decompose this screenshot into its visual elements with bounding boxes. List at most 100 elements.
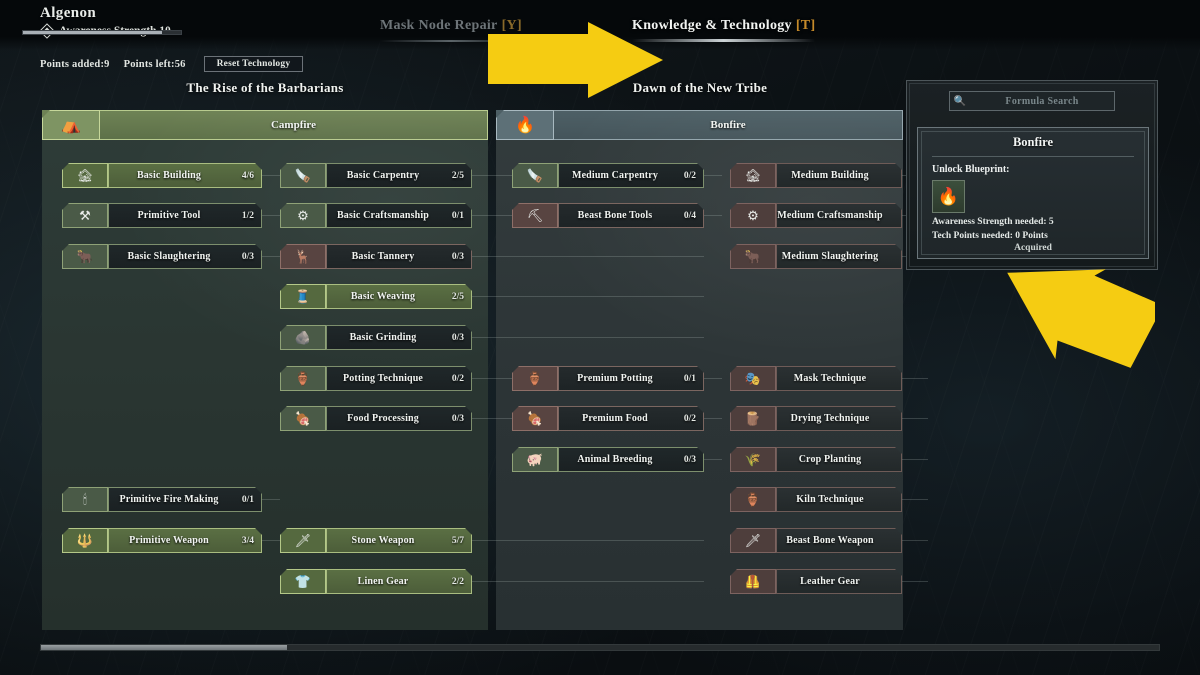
tech-node-food-processing[interactable]: 🍖 Food Processing 0/3 (280, 406, 472, 431)
food-processing-glyph: 🍖 (294, 411, 312, 426)
search-input[interactable] (970, 92, 1114, 110)
tab-mask-node-repair-key: [Y] (501, 18, 522, 33)
potting-technique-glyph: 🏺 (294, 371, 312, 386)
medium-slaughtering-glyph: 🐂 (744, 249, 762, 264)
basic-weaving-label: Basic Weaving (350, 291, 416, 302)
connector-medium-carpentry (704, 175, 722, 176)
medium-craftsmanship-glyph: ⚙ (747, 208, 759, 223)
group-header-bonfire-label: Bonfire (710, 119, 746, 131)
tech-node-potting-technique[interactable]: 🏺 Potting Technique 0/2 (280, 366, 472, 391)
tech-node-basic-slaughtering[interactable]: 🐂 Basic Slaughtering 0/3 (62, 244, 262, 269)
tech-node-primitive-weapon[interactable]: 🔱 Primitive Weapon 3/4 (62, 528, 262, 553)
column-title-barbarians: The Rise of the Barbarians (186, 80, 344, 95)
connector-basic-building (262, 175, 280, 176)
basic-tannery-count: 0/3 (451, 251, 464, 262)
detail-divider (932, 156, 1134, 157)
tech-node-basic-craftsmanship[interactable]: ⚙ Basic Craftsmanship 0/1 (280, 203, 472, 228)
tech-node-medium-carpentry[interactable]: 🪚 Medium Carpentry 0/2 (512, 163, 704, 188)
potting-technique-body: Potting Technique 0/2 (326, 366, 472, 391)
unlock-blueprint-label: Unlock Blueprint: (932, 164, 1010, 175)
basic-weaving-body: Basic Weaving 2/5 (326, 284, 472, 309)
premium-food-body: Premium Food 0/2 (558, 406, 704, 431)
tech-node-basic-weaving[interactable]: 🧵 Basic Weaving 2/5 (280, 284, 472, 309)
animal-breeding-label: Animal Breeding (577, 454, 653, 465)
tech-node-basic-building[interactable]: 🏚 Basic Building 4/6 (62, 163, 262, 188)
tech-node-medium-slaughtering[interactable]: 🐂 Medium Slaughtering (730, 244, 902, 269)
tech-node-drying-technique[interactable]: 🪵 Drying Technique (730, 406, 902, 431)
premium-potting-count: 0/1 (683, 373, 696, 384)
connector-stone-weapon (472, 540, 704, 541)
tech-node-premium-potting[interactable]: 🏺 Premium Potting 0/1 (512, 366, 704, 391)
basic-slaughtering-label: Basic Slaughtering (127, 251, 211, 262)
tech-node-animal-breeding[interactable]: 🐖 Animal Breeding 0/3 (512, 447, 704, 472)
tech-node-basic-grinding[interactable]: 🪨 Basic Grinding 0/3 (280, 325, 472, 350)
tech-node-stone-weapon[interactable]: 🗡 Stone Weapon 5/7 (280, 528, 472, 553)
mask-technique-label: Mask Technique (793, 373, 867, 384)
basic-slaughtering-count: 0/3 (241, 251, 254, 262)
tech-node-beast-bone-weapon[interactable]: 🗡 Beast Bone Weapon (730, 528, 902, 553)
basic-weaving-icon: 🧵 (280, 284, 326, 309)
tech-node-primitive-fire-making[interactable]: 🕯 Primitive Fire Making 0/1 (62, 487, 262, 512)
detail-title: Bonfire (1012, 135, 1054, 149)
tech-node-leather-gear[interactable]: 🦺 Leather Gear (730, 569, 902, 594)
tech-node-mask-technique[interactable]: 🎭 Mask Technique (730, 366, 902, 391)
beast-bone-tools-label: Beast Bone Tools (577, 210, 653, 221)
tech-node-basic-carpentry[interactable]: 🪚 Basic Carpentry 2/5 (280, 163, 472, 188)
horizontal-scrollbar-track[interactable] (40, 644, 1160, 651)
basic-grinding-glyph: 🪨 (294, 330, 312, 345)
primitive-weapon-count: 3/4 (241, 535, 254, 546)
connector-kiln-technique (902, 499, 928, 500)
tech-node-linen-gear[interactable]: 👕 Linen Gear 2/2 (280, 569, 472, 594)
basic-grinding-count: 0/3 (451, 332, 464, 343)
basic-craftsmanship-label: Basic Craftsmanship (336, 210, 430, 221)
reset-technology-button[interactable]: Reset Technology (203, 56, 304, 72)
medium-carpentry-glyph: 🪚 (526, 168, 544, 183)
stone-weapon-label: Stone Weapon (351, 535, 415, 546)
tech-tree: The Rise of the Barbarians Dawn of the N… (0, 80, 928, 640)
tab-mask-node-repair[interactable]: Mask Node Repair [Y] (380, 18, 522, 42)
premium-food-count: 0/2 (683, 413, 696, 424)
crop-planting-icon: 🌾 (730, 447, 776, 472)
premium-potting-glyph: 🏺 (526, 371, 544, 386)
campfire-icon: ⛺ (42, 110, 100, 140)
connector-drying-technique (902, 418, 928, 419)
tech-node-premium-food[interactable]: 🍖 Premium Food 0/2 (512, 406, 704, 431)
medium-building-icon: 🏚 (730, 163, 776, 188)
blueprint-thumbnail[interactable]: 🔥 (932, 180, 965, 213)
basic-slaughtering-body: Basic Slaughtering 0/3 (108, 244, 262, 269)
primitive-fire-making-count: 0/1 (241, 494, 254, 505)
group-header-campfire[interactable]: ⛺ Campfire (42, 110, 488, 140)
premium-potting-icon: 🏺 (512, 366, 558, 391)
group-header-campfire-body: Campfire (100, 110, 488, 140)
basic-craftsmanship-count: 0/1 (451, 210, 464, 221)
medium-slaughtering-body: Medium Slaughtering (776, 244, 902, 269)
animal-breeding-glyph: 🐖 (526, 452, 544, 467)
tech-node-kiln-technique[interactable]: 🏺 Kiln Technique (730, 487, 902, 512)
primitive-fire-making-glyph: 🕯 (83, 492, 87, 507)
connector-basic-weaving (472, 296, 704, 297)
horizontal-scrollbar-thumb[interactable] (41, 645, 287, 650)
group-header-bonfire[interactable]: 🔥 Bonfire (496, 110, 903, 140)
mask-technique-icon: 🎭 (730, 366, 776, 391)
basic-tannery-label: Basic Tannery (351, 251, 415, 262)
tech-node-crop-planting[interactable]: 🌾 Crop Planting (730, 447, 902, 472)
beast-bone-weapon-label: Beast Bone Weapon (786, 535, 874, 546)
tech-node-medium-craftsmanship[interactable]: ⚙ Medium Craftsmanship (730, 203, 902, 228)
potting-technique-icon: 🏺 (280, 366, 326, 391)
tech-node-medium-building[interactable]: 🏚 Medium Building (730, 163, 902, 188)
tech-node-primitive-tool[interactable]: ⚒ Primitive Tool 1/2 (62, 203, 262, 228)
premium-food-icon: 🍖 (512, 406, 558, 431)
tech-node-beast-bone-tools[interactable]: ⛏ Beast Bone Tools 0/4 (512, 203, 704, 228)
connector-animal-breeding (704, 459, 722, 460)
points-row: Points added:9 Points left:56 Reset Tech… (40, 56, 304, 72)
animal-breeding-count: 0/3 (683, 454, 696, 465)
premium-food-glyph: 🍖 (526, 411, 544, 426)
food-processing-icon: 🍖 (280, 406, 326, 431)
medium-carpentry-body: Medium Carpentry 0/2 (558, 163, 704, 188)
connector-beast-bone-tools (704, 215, 722, 216)
primitive-weapon-icon: 🔱 (62, 528, 108, 553)
tech-node-basic-tannery[interactable]: 🦌 Basic Tannery 0/3 (280, 244, 472, 269)
tab-knowledge-technology[interactable]: Knowledge & Technology [T] (632, 18, 816, 42)
formula-search-box[interactable]: 🔍 (949, 91, 1115, 111)
primitive-weapon-glyph: 🔱 (76, 533, 94, 548)
